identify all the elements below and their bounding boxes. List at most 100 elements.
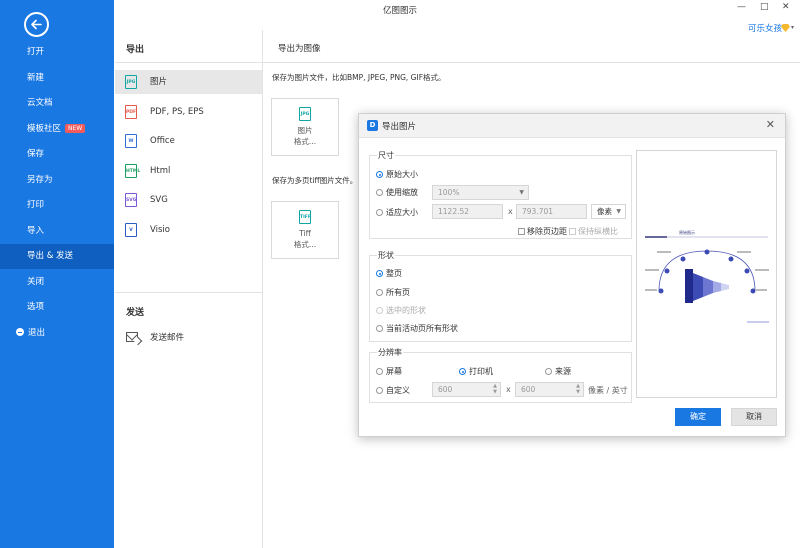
- radio-label: 来源: [555, 367, 571, 376]
- export-item-visio[interactable]: V Visio: [115, 218, 262, 242]
- radio-icon: [376, 171, 383, 178]
- radio-whole-page[interactable]: 整页: [376, 268, 402, 279]
- export-item-svg[interactable]: SVG SVG: [115, 188, 262, 212]
- divider: [262, 30, 263, 548]
- dpi-y-input[interactable]: 600 ▲ ▼: [515, 382, 584, 397]
- size-group-title: 尺寸: [377, 150, 395, 161]
- radio-icon: [376, 368, 383, 375]
- export-item-html[interactable]: HTML Html: [115, 159, 262, 183]
- radio-all-pages[interactable]: 所有页: [376, 287, 410, 298]
- sidebar-item-label: 打开: [27, 47, 45, 57]
- export-item-pdf[interactable]: PDF PDF, PS, EPS: [115, 100, 262, 124]
- zoom-select[interactable]: 100% ▼: [432, 185, 529, 200]
- tiff-format-card[interactable]: TIFF Tiff 格式...: [271, 201, 339, 259]
- sidebar-item-template-community[interactable]: 模板社区 NEW: [0, 117, 114, 142]
- minimize-button[interactable]: —: [737, 2, 746, 12]
- radio-label: 整页: [386, 269, 402, 278]
- export-item-office[interactable]: W Office: [115, 129, 262, 153]
- checkbox-icon: [518, 228, 525, 235]
- image-format-card[interactable]: JPG 图片 格式...: [271, 98, 339, 156]
- radio-screen[interactable]: 屏幕: [376, 366, 402, 377]
- times-sign: x: [508, 207, 513, 216]
- radio-label: 所有页: [386, 288, 410, 297]
- radio-selected-shapes[interactable]: 选中的形状: [376, 305, 426, 316]
- export-item-label: SVG: [150, 195, 168, 205]
- sidebar-item-import[interactable]: 导入: [0, 219, 114, 244]
- sidebar-item-open[interactable]: 打开: [0, 40, 114, 65]
- svg-file-icon: SVG: [125, 193, 137, 207]
- export-section-title: 导出: [126, 45, 145, 55]
- sidebar-item-exit[interactable]: 退出: [0, 321, 114, 346]
- export-item-label: PDF, PS, EPS: [150, 107, 204, 117]
- radio-label: 当前活动页所有形状: [386, 324, 458, 333]
- radio-current-page-shapes[interactable]: 当前活动页所有形状: [376, 323, 458, 334]
- radio-source[interactable]: 来源: [545, 366, 571, 377]
- chevron-down-icon: ▼: [616, 208, 621, 215]
- width-input[interactable]: 1122.52: [432, 204, 503, 219]
- close-button[interactable]: ✕: [782, 2, 790, 12]
- sidebar-item-save-as[interactable]: 另存为: [0, 168, 114, 193]
- export-item-label: Office: [150, 136, 175, 146]
- ok-button[interactable]: 确定: [675, 408, 721, 426]
- preview-diagram-title: 原始图示: [679, 229, 695, 235]
- back-button[interactable]: [24, 12, 49, 37]
- sidebar-item-label: 退出: [28, 328, 46, 338]
- sidebar-item-label: 保存: [27, 149, 45, 159]
- jpg-file-icon: JPG: [299, 107, 311, 121]
- unit-select[interactable]: 像素 ▼: [591, 204, 626, 219]
- radio-fit-size[interactable]: 适应大小: [376, 207, 418, 218]
- unit-value: 像素: [597, 207, 612, 216]
- dialog-title: 导出图片: [382, 122, 417, 132]
- sidebar-item-close[interactable]: 关闭: [0, 270, 114, 295]
- sidebar-item-label: 另存为: [27, 175, 53, 185]
- export-item-label: Visio: [150, 225, 170, 235]
- sidebar-item-label: 关闭: [27, 277, 45, 287]
- radio-original-size[interactable]: 原始大小: [376, 169, 418, 180]
- keep-ratio-checkbox[interactable]: 保持纵横比: [569, 226, 618, 237]
- radio-icon: [376, 289, 383, 296]
- dialog-close-icon[interactable]: ✕: [766, 118, 775, 131]
- height-input[interactable]: 793.701: [516, 204, 587, 219]
- chevron-down-icon: ▼: [519, 189, 524, 196]
- radio-icon: [376, 209, 383, 216]
- spinner-icon: ▲ ▼: [576, 383, 580, 395]
- dpi-x-input[interactable]: 600 ▲ ▼: [432, 382, 501, 397]
- sidebar-item-label: 新建: [27, 73, 45, 83]
- radio-icon: [376, 387, 383, 394]
- title-bar: 亿图图示: [114, 0, 800, 20]
- sidebar-item-save[interactable]: 保存: [0, 142, 114, 167]
- sidebar-item-label: 选项: [27, 302, 45, 312]
- card-label: 图片: [297, 126, 313, 135]
- html-file-icon: HTML: [125, 164, 140, 178]
- height-value: 793.701: [522, 207, 554, 216]
- sidebar-item-cloud-docs[interactable]: 云文档: [0, 91, 114, 116]
- remove-margin-checkbox[interactable]: 移除页边距: [518, 226, 567, 237]
- sidebar-item-label: 模板社区: [27, 124, 62, 134]
- word-file-icon: W: [125, 134, 137, 148]
- divider: [115, 292, 262, 293]
- export-item-label: Html: [150, 166, 171, 176]
- width-value: 1122.52: [438, 207, 470, 216]
- radio-printer[interactable]: 打印机: [459, 366, 493, 377]
- diagram-preview-thumbnail: 原始图示: [645, 229, 769, 323]
- new-badge: NEW: [65, 124, 86, 133]
- shape-group-title: 形状: [377, 250, 395, 261]
- radio-use-zoom[interactable]: 使用缩放: [376, 187, 418, 198]
- radio-label: 使用缩放: [386, 188, 418, 197]
- zoom-value: 100%: [438, 188, 460, 197]
- sidebar-item-new[interactable]: 新建: [0, 66, 114, 91]
- sidebar: 打开 新建 云文档 模板社区 NEW 保存 另存为 打印 导入 导出 & 发送 关…: [0, 0, 114, 548]
- visio-file-icon: V: [125, 223, 137, 237]
- sidebar-item-print[interactable]: 打印: [0, 193, 114, 218]
- chevron-down-icon[interactable]: ▾: [791, 24, 794, 31]
- sidebar-item-export-send[interactable]: 导出 & 发送: [0, 244, 114, 269]
- pdf-file-icon: PDF: [125, 105, 137, 119]
- resolution-group-title: 分辨率: [377, 347, 403, 358]
- user-name[interactable]: 可乐女孩: [748, 22, 782, 34]
- export-item-image[interactable]: JPG 图片: [115, 70, 262, 94]
- sidebar-item-options[interactable]: 选项: [0, 295, 114, 320]
- radio-custom[interactable]: 自定义: [376, 385, 410, 396]
- maximize-button[interactable]: □: [760, 2, 769, 12]
- send-email-item[interactable]: 发送邮件: [115, 326, 262, 350]
- cancel-button[interactable]: 取消: [731, 408, 777, 426]
